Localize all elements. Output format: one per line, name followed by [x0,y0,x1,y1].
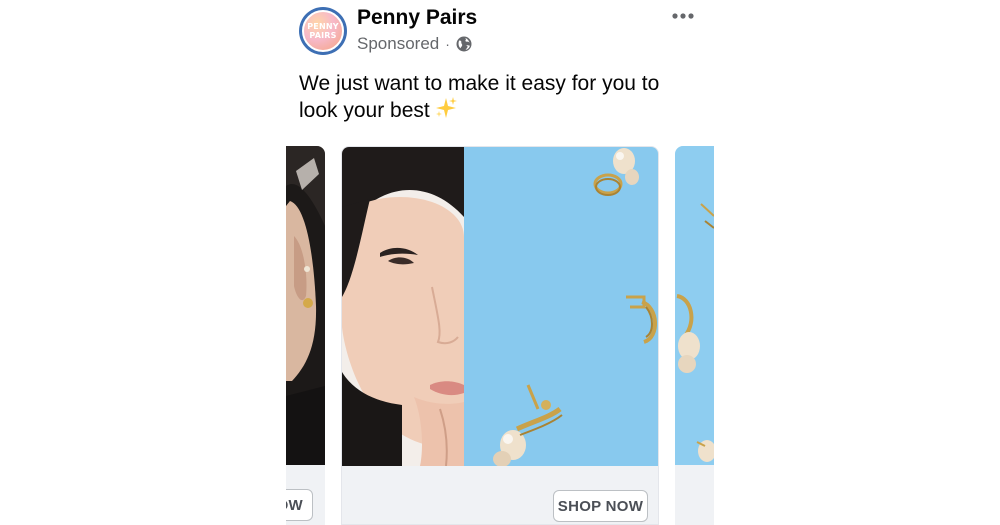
page-avatar[interactable]: PENNY PAIRS [299,7,347,55]
globe-icon[interactable] [456,36,472,52]
shop-now-button-previous[interactable]: OW [286,489,313,521]
more-options-icon [672,13,694,19]
carousel-card-next[interactable] [675,146,714,525]
more-options-button[interactable] [668,4,698,28]
post-caption: We just want to make it easy for you to … [299,71,699,126]
penny-pairs-logo: PENNY PAIRS [302,10,344,52]
logo-text-line2: PAIRS [309,31,337,40]
shop-now-label-previous: OW [286,496,303,514]
carousel-card-previous[interactable]: OW [286,146,325,525]
model-earrings-image [342,147,658,466]
earrings-next-image [675,146,714,465]
logo-text-line1: PENNY [307,22,339,31]
page-name-link[interactable]: Penny Pairs [357,6,477,30]
model-side-profile-image [286,146,325,465]
caption-text: We just want to make it easy for you to … [299,72,660,122]
sparkles-icon [434,96,458,126]
carousel-card-main[interactable]: SHOP NOW [341,146,659,525]
sponsored-label[interactable]: Sponsored [357,34,439,54]
sponsored-post: PENNY PAIRS Penny Pairs Sponsored · We j… [0,0,1000,525]
meta-separator: · [445,36,450,52]
post-meta: Sponsored · [357,34,472,54]
shop-now-button[interactable]: SHOP NOW [553,490,648,522]
shop-now-label: SHOP NOW [557,497,644,515]
